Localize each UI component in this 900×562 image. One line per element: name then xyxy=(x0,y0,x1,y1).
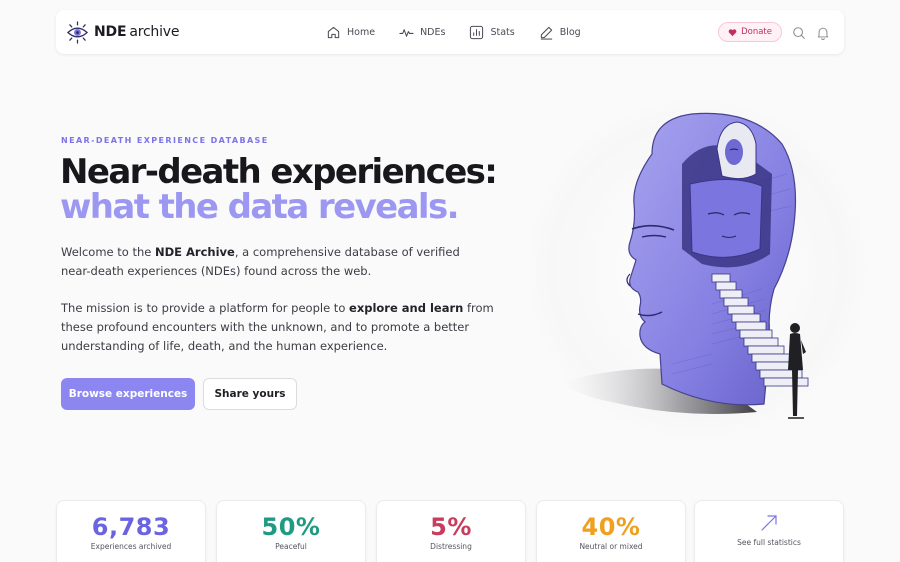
brand-name-strong: NDE xyxy=(94,24,127,40)
brand-logo-link[interactable]: NDE archive xyxy=(66,10,180,54)
search-button[interactable] xyxy=(792,25,806,40)
stats-row: 6,783 Experiences archived 50% Peaceful … xyxy=(56,500,844,562)
search-icon xyxy=(793,27,806,40)
bar-chart-icon xyxy=(470,25,484,39)
heart-icon xyxy=(728,28,737,36)
mission-paragraph: The mission is to provide a platform for… xyxy=(61,299,501,356)
pulse-icon xyxy=(399,28,414,37)
nav-item-label: Home xyxy=(347,26,376,38)
share-yours-button[interactable]: Share yours xyxy=(203,378,297,410)
mission-bold: explore and learn xyxy=(349,301,464,315)
home-icon xyxy=(327,26,340,38)
hero-eyebrow: NEAR-DEATH EXPERIENCE DATABASE xyxy=(61,136,269,145)
notifications-button[interactable] xyxy=(816,25,830,40)
nav-item-ndes[interactable]: NDEs xyxy=(399,25,445,40)
see-full-statistics-label: See full statistics xyxy=(737,538,801,547)
intro-bold: NDE Archive xyxy=(155,245,235,259)
nav-item-stats[interactable]: Stats xyxy=(469,25,515,40)
stat-card-neutral: 40% Neutral or mixed xyxy=(536,500,686,562)
headline-line-2: what the data reveals. xyxy=(60,187,460,227)
nav-item-label: NDEs xyxy=(420,26,446,38)
intro-prefix: Welcome to the xyxy=(61,245,155,259)
nav-item-home[interactable]: Home xyxy=(326,25,375,40)
pen-icon xyxy=(540,26,552,40)
stat-label-peaceful: Peaceful xyxy=(275,542,307,551)
stat-label-neutral: Neutral or mixed xyxy=(579,542,643,551)
see-full-statistics-link[interactable]: See full statistics xyxy=(694,500,844,562)
stat-card-archived: 6,783 Experiences archived xyxy=(56,500,206,562)
donate-button[interactable]: Donate xyxy=(718,22,782,42)
stat-label-distressing: Distressing xyxy=(430,542,472,551)
bell-icon xyxy=(817,27,829,40)
stat-value-archived: 6,783 xyxy=(91,513,171,541)
stat-card-distressing: 5% Distressing xyxy=(376,500,526,562)
headline-line-1: Near-death experiences: xyxy=(60,152,498,192)
nav-actions: Donate xyxy=(718,10,830,54)
mission-prefix: The mission is to provide a platform for… xyxy=(61,301,350,315)
stat-value-peaceful: 50% xyxy=(261,513,321,541)
stat-card-peaceful: 50% Peaceful xyxy=(216,500,366,562)
browse-experiences-button[interactable]: Browse experiences xyxy=(61,378,195,410)
nav-item-label: Blog xyxy=(559,26,581,38)
stat-label-archived: Experiences archived xyxy=(90,542,172,551)
nav-links: Home NDEs Stats Blog xyxy=(326,10,605,54)
nav-item-blog[interactable]: Blog xyxy=(539,25,581,40)
hero-illustration xyxy=(512,74,882,474)
stat-value-neutral: 40% xyxy=(581,513,641,541)
stat-value-distressing: 5% xyxy=(430,513,472,541)
top-navbar: NDE archive Home NDEs Stats Blog Donate xyxy=(56,10,844,54)
donate-label: Donate xyxy=(741,27,772,37)
head-staircase-illustration xyxy=(512,84,882,454)
hero-headline: Near-death experiences: what the data re… xyxy=(60,155,520,225)
eye-logo-icon xyxy=(66,20,89,44)
brand-name-light: archive xyxy=(129,24,180,40)
arrow-up-right-icon xyxy=(761,515,777,531)
nav-item-label: Stats xyxy=(490,26,515,38)
intro-paragraph: Welcome to the NDE Archive, a comprehens… xyxy=(61,243,491,281)
